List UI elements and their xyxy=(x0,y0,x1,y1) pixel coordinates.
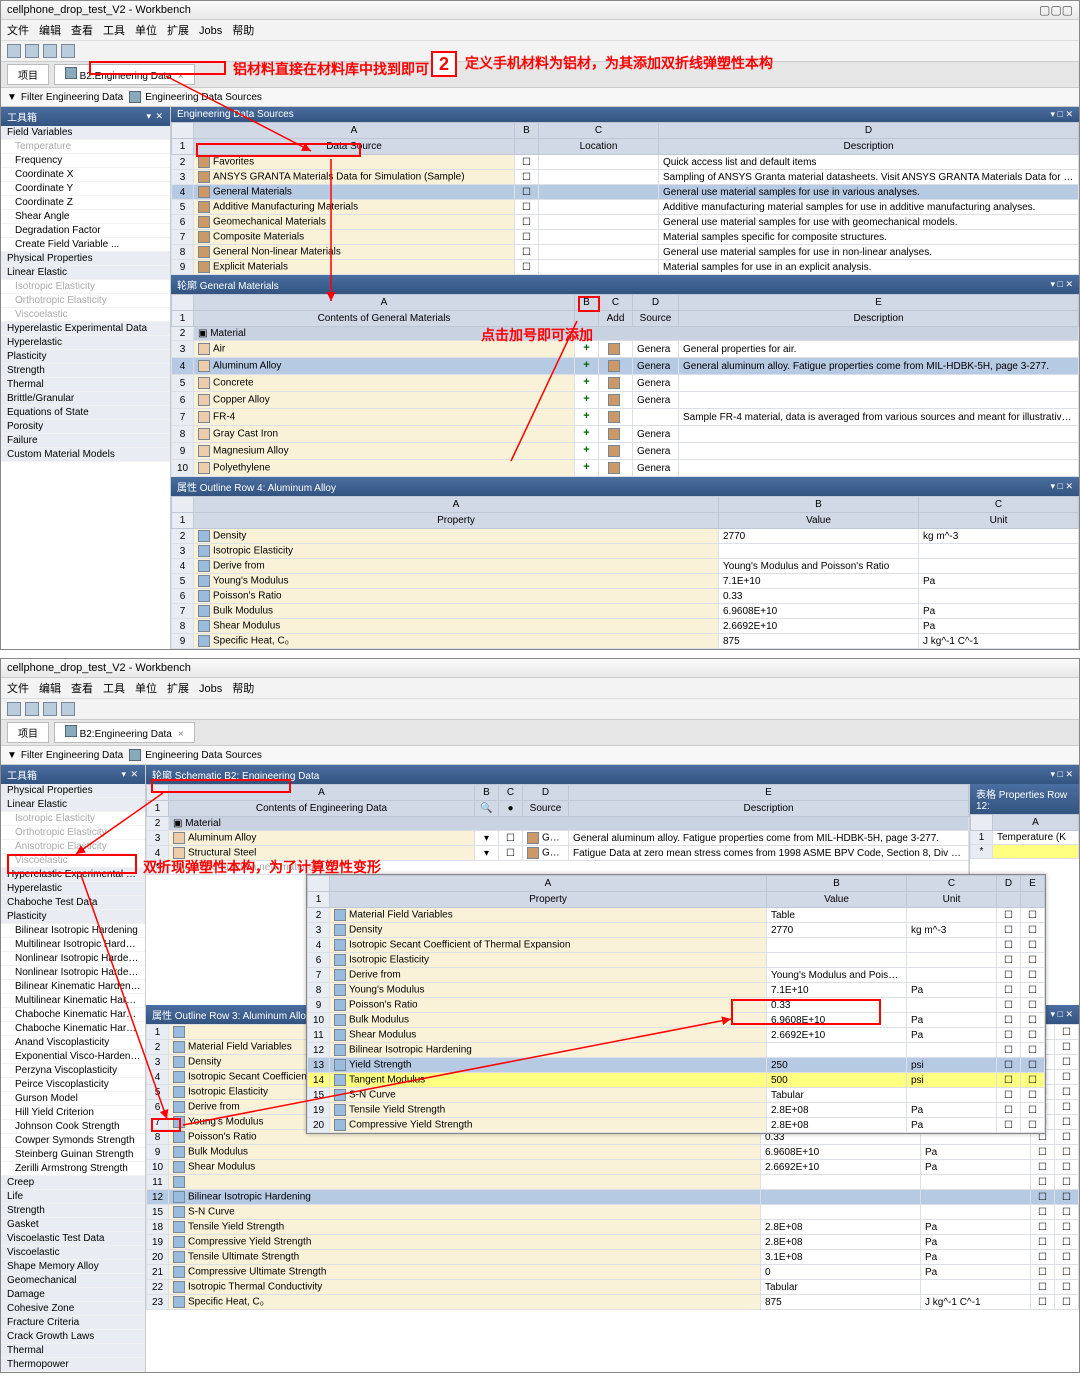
add-material-button[interactable] xyxy=(580,444,594,458)
toolbox-sidebar-2: 工具箱▾ ✕ Physical PropertiesLinear Elastic… xyxy=(1,765,146,1372)
data-icon xyxy=(65,67,77,79)
pane-schematic: 轮廓 Schematic B2: Engineering Data▾ □ ✕ xyxy=(146,765,1079,784)
add-material-button[interactable] xyxy=(580,342,594,356)
toolbox-header: 工具箱▾ ✕ xyxy=(1,107,170,126)
pane-properties: 属性 Outline Row 4: Aluminum Alloy▾ □ ✕ xyxy=(171,477,1079,496)
table-data-sources[interactable]: ABCD 1Data SourceLocationDescription 2Fa… xyxy=(171,122,1079,275)
tab-b2[interactable]: B2:Engineering Data× xyxy=(54,722,195,743)
source-icon xyxy=(608,394,620,406)
toolbox-tree[interactable]: Field Variables Temperature Frequency Co… xyxy=(1,126,170,462)
material-icon xyxy=(198,428,210,440)
sources-icon xyxy=(129,91,141,103)
material-icon xyxy=(198,377,210,389)
book-icon xyxy=(198,201,210,213)
window-title: cellphone_drop_test_V2 - Workbench ▢▢▢ xyxy=(1,1,1079,20)
add-material-button[interactable] xyxy=(580,461,594,475)
toolbox-tree-2[interactable]: Physical PropertiesLinear ElasticIsotrop… xyxy=(1,784,145,1372)
tab-project[interactable]: 项目 xyxy=(7,64,49,85)
add-material-button[interactable] xyxy=(580,376,594,390)
menubar-2[interactable]: 文件编辑查看工具单位扩展Jobs帮助 xyxy=(1,678,1079,699)
property-icon xyxy=(198,560,210,572)
property-icon xyxy=(198,635,210,647)
anno-num-2: 2 xyxy=(431,51,457,77)
tab-b2[interactable]: B2:Engineering Data× xyxy=(54,64,195,85)
book-icon xyxy=(198,156,210,168)
book-icon xyxy=(198,171,210,183)
property-icon xyxy=(198,590,210,602)
source-icon xyxy=(608,428,620,440)
add-material-button[interactable] xyxy=(580,410,594,424)
material-icon xyxy=(198,462,210,474)
engineering-data-sources[interactable]: Engineering Data Sources xyxy=(129,91,262,103)
material-icon xyxy=(198,343,210,355)
material-icon xyxy=(198,411,210,423)
source-icon xyxy=(608,343,620,355)
window-max-icon[interactable]: ▢▢▢ xyxy=(1039,3,1073,17)
property-icon xyxy=(198,605,210,617)
add-material-button[interactable] xyxy=(580,359,594,373)
source-icon xyxy=(608,462,620,474)
cat-field-vars[interactable]: Field Variables xyxy=(1,126,170,140)
material-icon xyxy=(198,445,210,457)
toolbar[interactable] xyxy=(1,41,1079,62)
source-icon xyxy=(608,445,620,457)
pane-props-row12: 表格 Properties Row 12: xyxy=(970,784,1079,814)
table-schematic[interactable]: ABCDE 1Contents of Engineering Data🔍●Sou… xyxy=(146,784,969,875)
table-properties[interactable]: ABC 1PropertyValueUnit 2Density2770kg m^… xyxy=(171,496,1079,649)
toolbar-2[interactable] xyxy=(1,699,1079,720)
filter-bar: ▼ Filter Engineering Data Engineering Da… xyxy=(1,88,1079,107)
tab-strip: 项目 B2:Engineering Data× xyxy=(1,62,1079,88)
pane-data-sources: Engineering Data Sources▾ □ ✕ xyxy=(171,107,1079,122)
book-icon xyxy=(198,216,210,228)
material-icon xyxy=(198,394,210,406)
source-icon xyxy=(608,360,620,372)
book-icon xyxy=(198,261,210,273)
pane-general-materials: 轮廓 General Materials▾ □ ✕ xyxy=(171,275,1079,294)
book-icon xyxy=(198,186,210,198)
source-icon xyxy=(608,411,620,423)
toolbox-sidebar: 工具箱▾ ✕ Field Variables Temperature Frequ… xyxy=(1,107,171,649)
material-icon xyxy=(198,360,210,372)
property-icon xyxy=(198,530,210,542)
book-icon xyxy=(198,231,210,243)
source-icon xyxy=(608,377,620,389)
filter-engineering-data[interactable]: ▼ Filter Engineering Data xyxy=(7,91,123,103)
property-icon xyxy=(198,545,210,557)
add-material-button[interactable] xyxy=(580,427,594,441)
engineering-data-sources[interactable]: Engineering Data Sources xyxy=(129,749,262,761)
tool-icon[interactable] xyxy=(61,44,75,58)
table-general-materials[interactable]: ABCDE 1Contents of General MaterialsAddS… xyxy=(171,294,1079,477)
book-icon xyxy=(198,246,210,258)
property-icon xyxy=(198,620,210,632)
filter-engineering-data[interactable]: ▼ Filter Engineering Data xyxy=(7,749,123,761)
tool-icon[interactable] xyxy=(43,44,57,58)
property-icon xyxy=(198,575,210,587)
tool-icon[interactable] xyxy=(7,44,21,58)
close-icon[interactable]: × xyxy=(178,71,184,82)
menubar[interactable]: 文件编辑查看工具单位扩展Jobs帮助 xyxy=(1,20,1079,41)
add-material-button[interactable] xyxy=(580,393,594,407)
tab-project[interactable]: 项目 xyxy=(7,722,49,743)
tool-icon[interactable] xyxy=(25,44,39,58)
window-title-2: cellphone_drop_test_V2 - Workbench xyxy=(1,659,1079,678)
floating-properties-pane[interactable]: ABCDE 1PropertyValueUnit 2Material Field… xyxy=(306,874,1046,1134)
